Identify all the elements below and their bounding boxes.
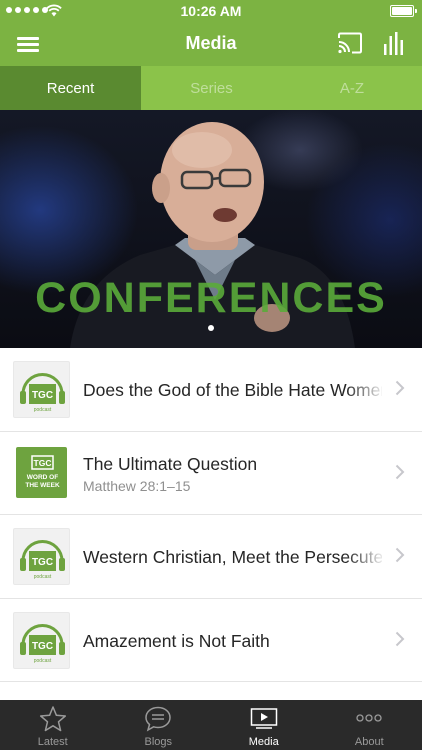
bar-chart-icon[interactable]: [383, 30, 407, 56]
list-item[interactable]: TGC WORD OF THE WEEK The Ultimate Questi…: [0, 431, 422, 515]
star-icon: [39, 706, 66, 732]
tab-bar-label: Blogs: [144, 736, 173, 748]
navigation-bar: Media: [0, 22, 422, 66]
status-time: 10:26 AM: [180, 3, 242, 19]
status-bar: 10:26 AM: [0, 0, 422, 22]
tab-bar-latest[interactable]: Latest: [0, 700, 106, 750]
podcast-thumbnail: TGC podcast: [13, 528, 70, 585]
chevron-right-icon: [395, 547, 405, 563]
list-item[interactable]: TGC podcast Western Christian, Meet the …: [0, 515, 422, 599]
headphones-icon: TGC podcast: [20, 540, 65, 580]
ellipsis-icon: [356, 714, 382, 722]
tab-bar-blogs[interactable]: Blogs: [106, 700, 212, 750]
play-screen-icon: [250, 708, 277, 729]
hero-title: CONFERENCES: [35, 274, 387, 322]
svg-text:podcast: podcast: [34, 574, 52, 580]
item-title: Western Christian, Meet the Persecuted: [83, 547, 382, 567]
tab-a-z[interactable]: A-Z: [282, 66, 422, 110]
tab-series[interactable]: Series: [141, 66, 282, 110]
chat-bubble-icon: [145, 706, 172, 732]
segment-tabs: Recent Series A-Z: [0, 66, 422, 110]
cast-icon[interactable]: [337, 32, 363, 54]
carousel-page-indicator[interactable]: [0, 325, 422, 331]
battery-icon: [390, 5, 417, 17]
podcast-thumbnail: TGC podcast: [13, 611, 70, 669]
svg-text:THE WEEK: THE WEEK: [25, 482, 60, 489]
headphones-icon: TGC podcast: [20, 623, 65, 664]
chevron-right-icon: [395, 464, 405, 479]
svg-text:WORD OF: WORD OF: [27, 474, 58, 481]
item-title: Does the God of the Bible Hate Women?: [83, 380, 382, 400]
bottom-tab-bar: Latest Blogs Media About: [0, 700, 422, 750]
tab-bar-label: Latest: [37, 736, 68, 748]
item-subtitle: Matthew 28:1–15: [83, 477, 191, 494]
hero-banner[interactable]: CONFERENCES: [0, 110, 422, 348]
svg-text:TGC: TGC: [32, 641, 53, 652]
carousel-dot[interactable]: [208, 325, 214, 331]
svg-text:TGC: TGC: [32, 557, 53, 568]
word-of-the-week-logo: TGC WORD OF THE WEEK: [25, 454, 60, 489]
list-item[interactable]: TGC podcast Does the God of the Bible Ha…: [0, 348, 422, 432]
svg-text:TGC: TGC: [34, 458, 52, 468]
tab-bar-about[interactable]: About: [317, 700, 422, 750]
tab-bar-label: Media: [248, 736, 279, 748]
item-title: The Ultimate Question: [83, 453, 258, 474]
tab-bar-media[interactable]: Media: [211, 700, 317, 750]
podcast-thumbnail: TGC podcast: [13, 361, 70, 418]
svg-text:podcast: podcast: [34, 658, 52, 664]
tab-recent[interactable]: Recent: [0, 66, 141, 110]
chevron-right-icon: [395, 631, 405, 646]
svg-text:podcast: podcast: [34, 407, 52, 413]
word-of-the-week-thumbnail: TGC WORD OF THE WEEK: [16, 446, 67, 498]
headphones-icon: TGC podcast: [20, 373, 65, 413]
svg-text:TGC: TGC: [32, 390, 53, 401]
list-item[interactable]: TGC podcast Amazement is Not Faith: [0, 598, 422, 682]
item-title: Amazement is Not Faith: [83, 630, 270, 651]
chevron-right-icon: [395, 380, 405, 396]
tab-bar-label: About: [354, 736, 384, 748]
media-list: TGC podcast Does the God of the Bible Ha…: [0, 348, 422, 682]
